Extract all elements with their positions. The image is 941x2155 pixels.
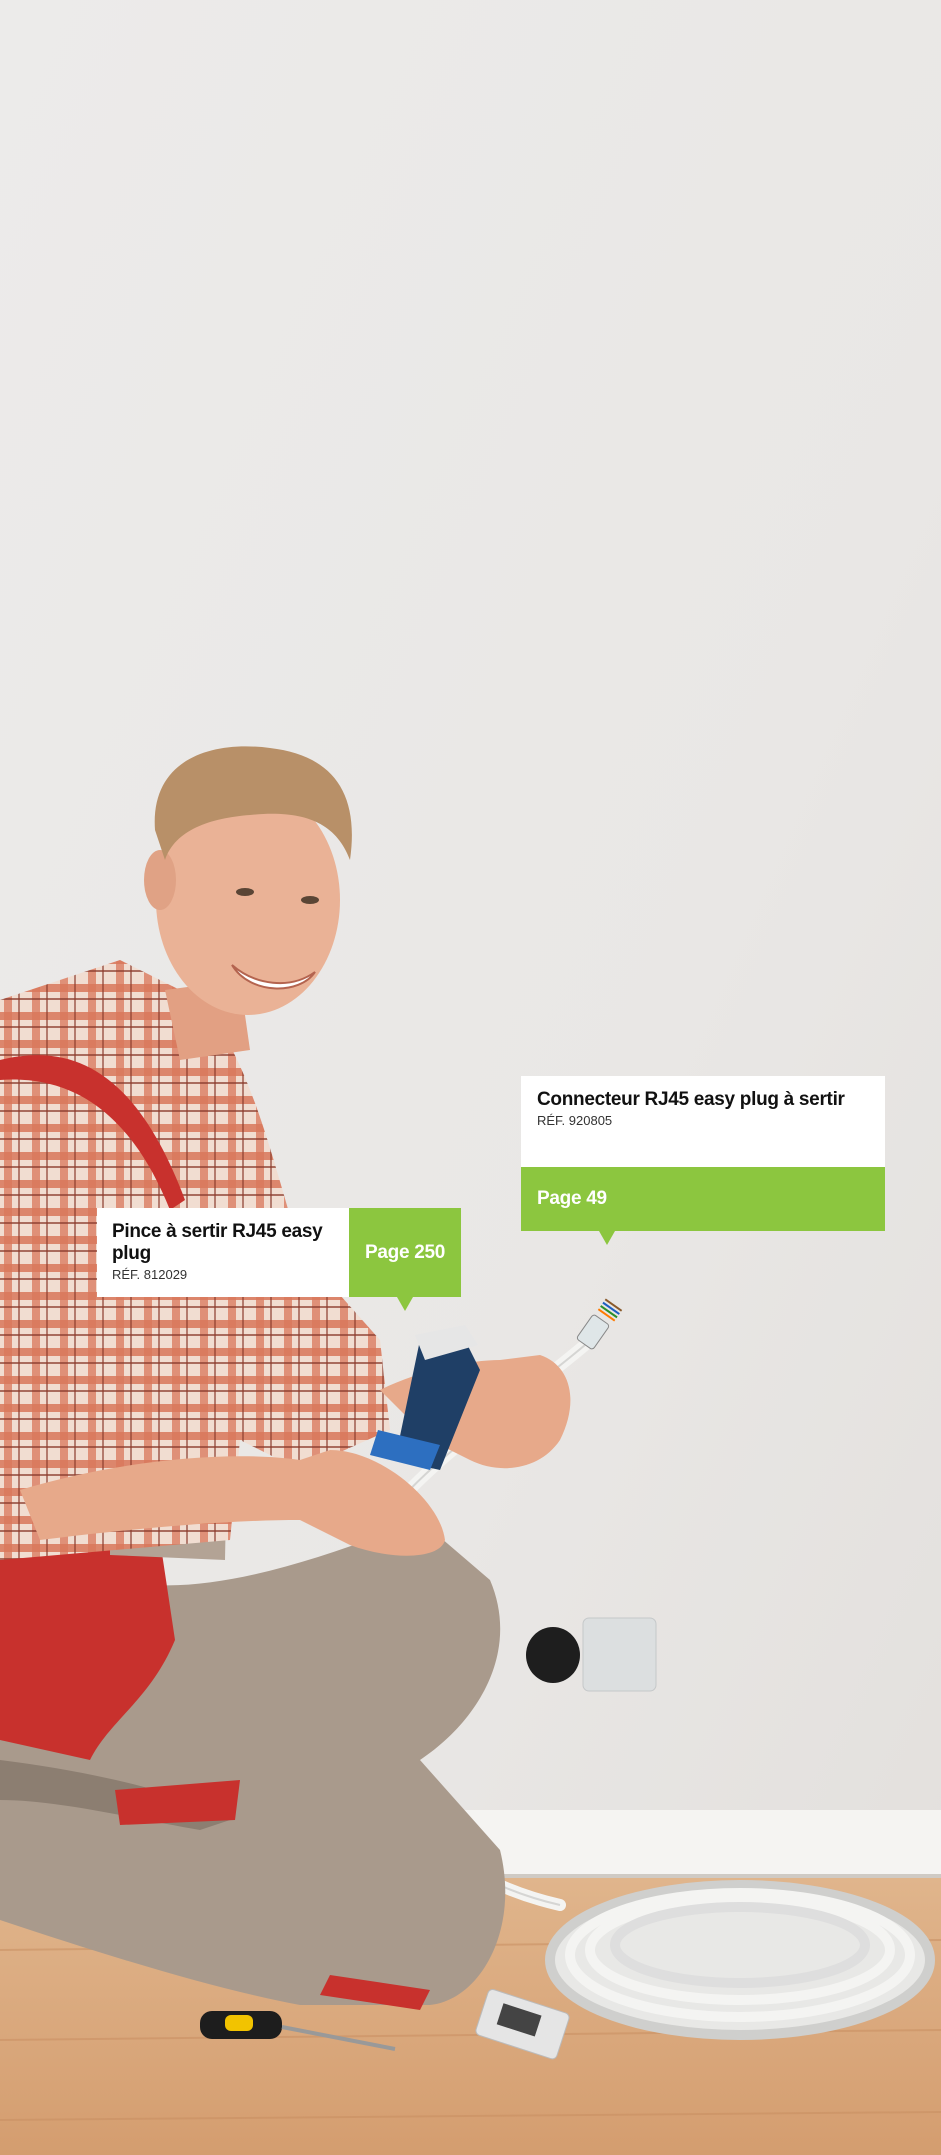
pointer-tail-icon — [599, 1231, 615, 1245]
page-number-label: Page 49 — [537, 1188, 607, 1209]
page-number-label: Page 250 — [365, 1241, 445, 1263]
page-reference-badge[interactable]: Page 49 — [521, 1167, 885, 1245]
pointer-tail-icon — [397, 1297, 413, 1311]
product-reference: RÉF. 920805 — [537, 1113, 613, 1128]
product-reference: RÉF. 812029 — [112, 1267, 188, 1282]
page-reference-badge[interactable]: Page 250 — [349, 1208, 461, 1311]
product-title: Connecteur RJ45 easy plug à sertir — [537, 1089, 845, 1110]
cable-coil — [545, 1880, 935, 2040]
wall-socket-icon — [526, 1617, 657, 1692]
product-callout-connector: Connecteur RJ45 easy plug à sertir RÉF. … — [521, 1076, 885, 1245]
product-callout-crimping-tool: Pince à sertir RJ45 easy plug RÉF. 81202… — [97, 1208, 461, 1311]
product-title: Pince à sertir RJ45 easy plug — [112, 1221, 323, 1264]
product-info-box: Pince à sertir RJ45 easy plug RÉF. 81202… — [97, 1208, 349, 1297]
product-info-box: Connecteur RJ45 easy plug à sertir RÉF. … — [521, 1076, 885, 1167]
